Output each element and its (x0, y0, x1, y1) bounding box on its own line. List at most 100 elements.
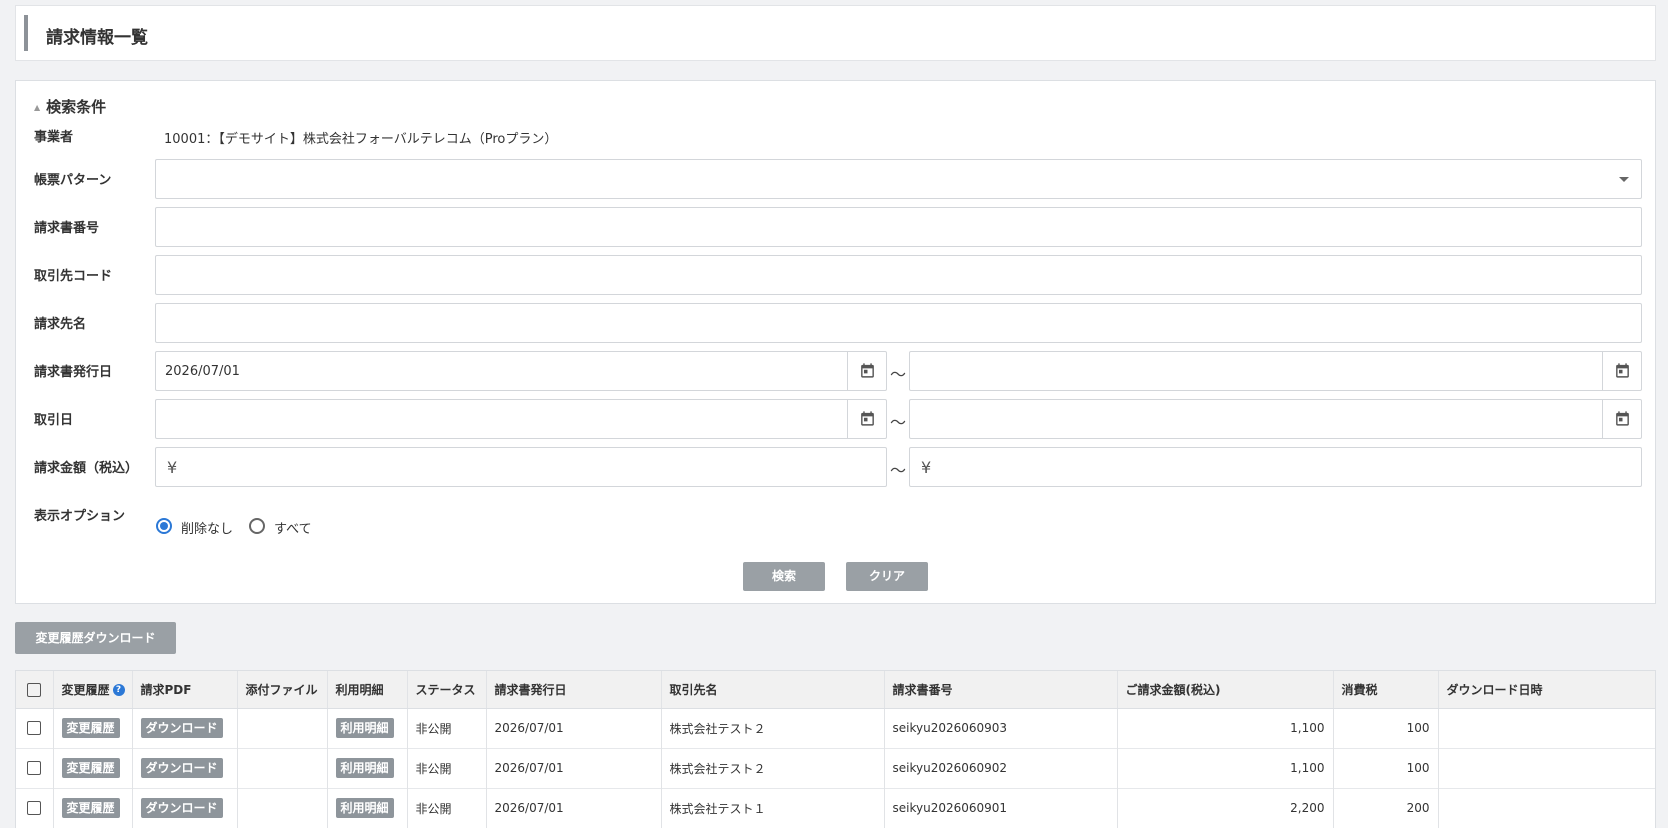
header-amount: ご請求金額(税込) (1117, 671, 1334, 709)
tax-cell: 200 (1333, 788, 1439, 828)
usage-detail-button[interactable]: 利用明細 (335, 718, 394, 738)
issue-date-cell: 2026/07/01 (486, 708, 662, 748)
header-pdf: 請求PDF (132, 671, 238, 709)
amount-to-input[interactable]: ¥ (909, 447, 1642, 487)
billing-name-label: 請求先名 (34, 317, 87, 332)
calendar-button[interactable] (847, 352, 886, 390)
page-title: 請求情報一覧 (46, 28, 148, 48)
header-client: 取引先名 (661, 671, 885, 709)
row-select-cell (16, 788, 54, 828)
history-cell: 変更履歴 (53, 788, 133, 828)
download-at-cell (1438, 748, 1655, 788)
download-button[interactable]: ダウンロード (140, 798, 223, 818)
client-code-label: 取引先コード (34, 269, 113, 284)
attachment-cell (237, 748, 328, 788)
client-cell: 株式会社テスト２ (661, 748, 885, 788)
client-cell: 株式会社テスト２ (661, 708, 885, 748)
history-cell: 変更履歴 (53, 708, 133, 748)
header-download-at: ダウンロード日時 (1438, 671, 1655, 709)
status-cell: 非公開 (407, 708, 487, 748)
calendar-button[interactable] (847, 400, 886, 438)
header-attachment: 添付ファイル (237, 671, 328, 709)
yen-prefix: ¥ (167, 458, 178, 477)
collapse-triangle-icon: ▲ (34, 103, 41, 112)
trade-date-to-input[interactable] (909, 399, 1642, 439)
table-row: 変更履歴 ダウンロード 利用明細 非公開 2026/07/01 株式会社テスト１… (16, 788, 1655, 828)
attachment-cell (237, 788, 328, 828)
row-checkbox[interactable] (27, 761, 42, 776)
history-button[interactable]: 変更履歴 (61, 718, 120, 738)
business-value: 10001：【デモサイト】株式会社フォーバルテレコム（Proプラン） (164, 132, 558, 147)
detail-cell: 利用明細 (327, 788, 408, 828)
pdf-cell: ダウンロード (132, 788, 238, 828)
issue-date-to-input[interactable] (909, 351, 1642, 391)
row-checkbox[interactable] (27, 721, 42, 736)
invoice-no-input[interactable] (155, 207, 1642, 247)
issue-date-cell: 2026/07/01 (486, 788, 662, 828)
amount-label: 請求金額（税込） (34, 461, 139, 476)
invoice-no-label: 請求書番号 (34, 221, 100, 236)
calendar-button[interactable] (1602, 400, 1641, 438)
issue-date-cell: 2026/07/01 (486, 748, 662, 788)
issue-date-from-input[interactable]: 2026/07/01 (155, 351, 887, 391)
header-accent-bar (24, 15, 28, 51)
history-download-button[interactable]: 変更履歴ダウンロード (15, 622, 176, 654)
select-all-checkbox[interactable] (27, 682, 42, 697)
usage-detail-button[interactable]: 利用明細 (335, 758, 394, 778)
pattern-label: 帳票パターン (34, 173, 112, 188)
table-header-row: 変更履歴? 請求PDF 添付ファイル 利用明細 ステータス 請求書発行日 取引先… (16, 671, 1655, 709)
tax-cell: 100 (1333, 748, 1439, 788)
issue-date-label: 請求書発行日 (34, 365, 113, 380)
radio-all[interactable] (249, 518, 265, 534)
download-at-cell (1438, 788, 1655, 828)
search-button[interactable]: 検索 (743, 562, 825, 591)
trade-date-from-input[interactable] (155, 399, 887, 439)
amount-cell: 1,100 (1117, 708, 1334, 748)
header-history: 変更履歴? (53, 671, 133, 709)
radio-no-delete-label[interactable]: 削除なし (181, 518, 233, 537)
amount-cell: 1,100 (1117, 748, 1334, 788)
history-button[interactable]: 変更履歴 (61, 798, 120, 818)
status-cell: 非公開 (407, 788, 487, 828)
pdf-cell: ダウンロード (132, 748, 238, 788)
header-issue-date: 請求書発行日 (486, 671, 662, 709)
search-section-title: 検索条件 (46, 98, 107, 116)
row-select-cell (16, 708, 54, 748)
display-option-label: 表示オプション (34, 509, 126, 524)
calendar-icon (1616, 411, 1629, 426)
range-separator: ～ (890, 365, 907, 384)
download-button[interactable]: ダウンロード (140, 758, 223, 778)
clear-button[interactable]: クリア (846, 562, 928, 591)
calendar-icon (1616, 363, 1629, 378)
yen-prefix: ¥ (921, 458, 932, 477)
table-row: 変更履歴 ダウンロード 利用明細 非公開 2026/07/01 株式会社テスト２… (16, 708, 1655, 748)
select-all-cell (16, 671, 54, 709)
header-status: ステータス (407, 671, 487, 709)
detail-cell: 利用明細 (327, 748, 408, 788)
amount-from-input[interactable]: ¥ (155, 447, 887, 487)
header-tax: 消費税 (1333, 671, 1439, 709)
radio-no-delete[interactable] (156, 518, 172, 534)
header-history-label: 変更履歴 (61, 682, 110, 697)
radio-all-label[interactable]: すべて (274, 518, 312, 537)
invoice-no-cell: seikyu2026060902 (884, 748, 1118, 788)
billing-name-input[interactable] (155, 303, 1642, 343)
issue-date-from-value: 2026/07/01 (165, 364, 240, 379)
client-cell: 株式会社テスト１ (661, 788, 885, 828)
header-invoice-no: 請求書番号 (884, 671, 1118, 709)
search-panel: ▲ 検索条件 事業者 10001：【デモサイト】株式会社フォーバルテレコム（Pro… (15, 80, 1656, 604)
help-icon[interactable]: ? (112, 684, 125, 697)
history-button[interactable]: 変更履歴 (61, 758, 120, 778)
client-code-input[interactable] (155, 255, 1642, 295)
results-table: 変更履歴? 請求PDF 添付ファイル 利用明細 ステータス 請求書発行日 取引先… (15, 670, 1656, 828)
download-at-cell (1438, 708, 1655, 748)
range-separator: ～ (890, 461, 907, 480)
calendar-button[interactable] (1602, 352, 1641, 390)
search-section-toggle[interactable]: ▲ 検索条件 (34, 96, 106, 117)
pattern-select[interactable] (155, 159, 1642, 199)
usage-detail-button[interactable]: 利用明細 (335, 798, 394, 818)
invoice-no-cell: seikyu2026060903 (884, 708, 1118, 748)
chevron-down-icon (1619, 177, 1629, 182)
row-checkbox[interactable] (27, 801, 42, 816)
download-button[interactable]: ダウンロード (140, 718, 223, 738)
